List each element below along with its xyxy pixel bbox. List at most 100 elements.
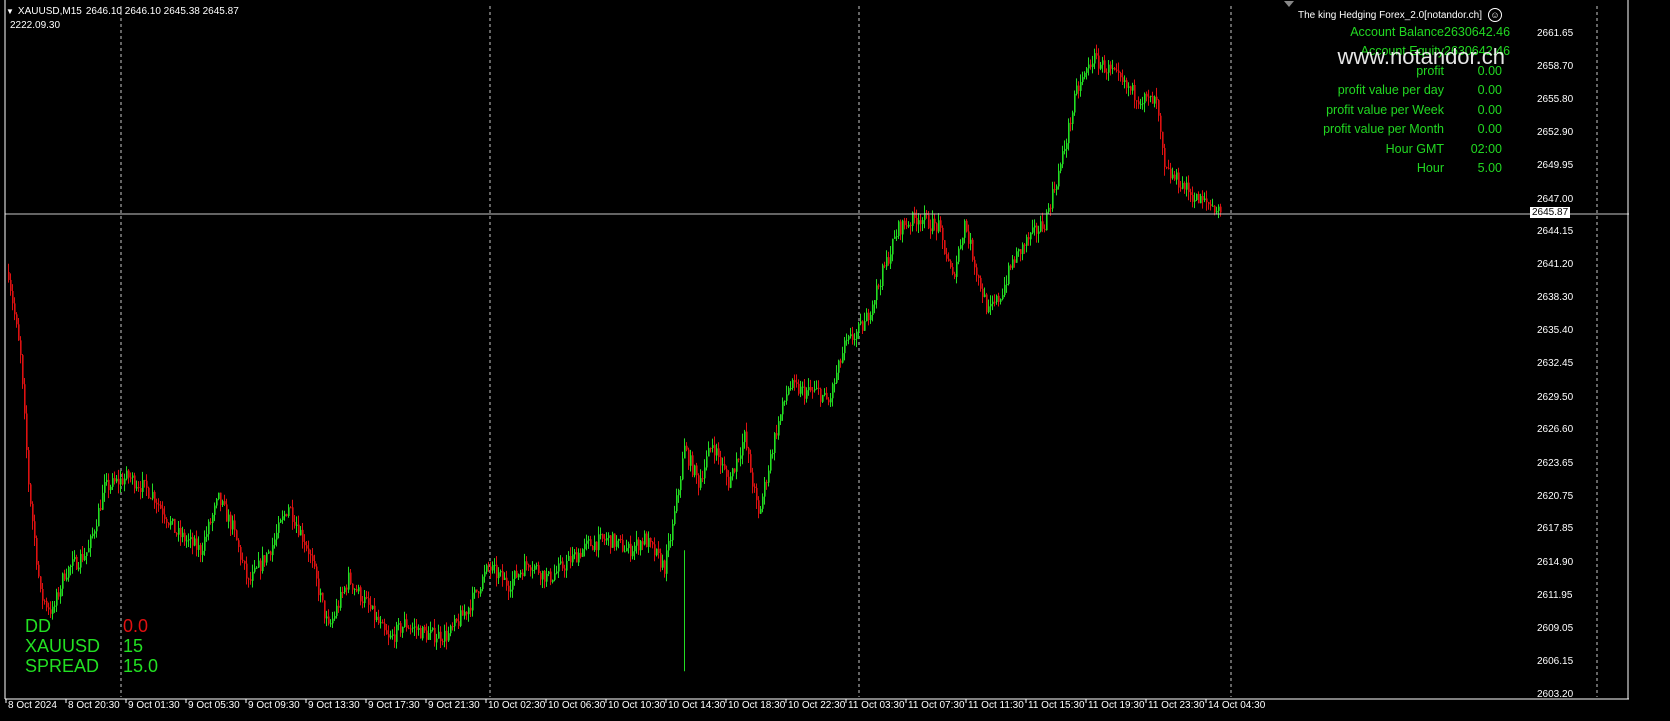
time-tick: 8 Oct 2024 — [8, 700, 57, 711]
candle-body — [188, 539, 190, 541]
candle-body — [898, 221, 900, 237]
candle-body — [1044, 228, 1046, 231]
candle-body — [742, 442, 744, 456]
time-tick: 10 Oct 14:30 — [668, 700, 726, 711]
candle-body — [682, 458, 684, 480]
candle-body — [754, 486, 756, 488]
candle-body — [690, 455, 692, 466]
candle-body — [468, 607, 470, 615]
candle-body — [496, 564, 498, 579]
candle-body — [266, 553, 268, 563]
candle-body — [398, 623, 400, 625]
candle-body — [844, 340, 846, 354]
candle-body — [578, 552, 580, 563]
candle-body — [290, 507, 292, 509]
candle-body — [254, 567, 256, 572]
candle-body — [1128, 86, 1130, 88]
candle-body — [806, 390, 808, 399]
candle-body — [918, 220, 920, 225]
time-tick: 11 Oct 15:30 — [1028, 700, 1085, 711]
candle-body — [320, 592, 322, 596]
time-tick: 10 Oct 18:30 — [728, 700, 786, 711]
candle-body — [732, 468, 734, 477]
chart-shift-marker[interactable] — [1284, 1, 1294, 7]
time-tick: 9 Oct 09:30 — [248, 700, 300, 711]
candle-body — [752, 472, 754, 487]
candle-body — [850, 334, 852, 337]
candle-body — [174, 518, 176, 533]
candle-body — [696, 465, 698, 476]
stats-row: XAUUSD 15 — [25, 636, 158, 656]
candle-body — [1068, 122, 1070, 144]
candle-body — [32, 503, 34, 522]
candle-body — [940, 220, 942, 228]
candle-body — [120, 478, 122, 485]
time-tick: 11 Oct 19:30 — [1088, 700, 1145, 711]
candle-body — [1186, 182, 1188, 190]
ea-smiley-icon[interactable]: ☺ — [1488, 8, 1502, 22]
candle-body — [16, 314, 18, 325]
candle-body — [1184, 182, 1186, 190]
candle-body — [326, 616, 328, 619]
candle-body — [810, 387, 812, 391]
candle-body — [24, 384, 26, 414]
candle-body — [500, 571, 502, 573]
candle-body — [90, 536, 92, 549]
candle-body — [384, 623, 386, 631]
candle-body — [142, 480, 144, 492]
candle-body — [140, 487, 142, 492]
candle-body — [486, 565, 488, 572]
candle-body — [226, 504, 228, 522]
candle-body — [216, 499, 218, 506]
price-tick: 2641.20 — [1537, 259, 1574, 271]
price-axis[interactable]: 2661.65 2658.70 2655.80 2652.90 2649.95 2647.… — [1529, 0, 1670, 721]
candle-body — [838, 360, 840, 373]
candle-body — [652, 542, 654, 545]
candle-body — [1198, 194, 1200, 204]
candle-body — [888, 257, 890, 264]
candle-body — [628, 543, 630, 549]
candle-body — [432, 627, 434, 630]
candle-body — [392, 634, 394, 636]
candle-body — [170, 521, 172, 526]
price-tick: 2661.65 — [1537, 28, 1574, 39]
price-tick: 2652.90 — [1537, 126, 1574, 138]
candle-body — [288, 507, 290, 516]
candle-body — [1008, 265, 1010, 285]
candle-body — [594, 541, 596, 551]
candle-body — [822, 394, 824, 402]
candle-body — [200, 545, 202, 555]
candle-body — [302, 529, 304, 542]
candle-body — [590, 539, 592, 547]
candle-body — [322, 592, 324, 601]
candle-body — [198, 545, 200, 550]
collapse-icon[interactable]: ▼ — [6, 7, 14, 16]
candle-body — [980, 277, 982, 289]
candle-body — [862, 321, 864, 331]
candle-body — [630, 543, 632, 557]
candle-body — [1158, 100, 1160, 116]
candle-body — [1136, 100, 1138, 102]
candle-body — [846, 339, 848, 341]
time-tick: 9 Oct 01:30 — [128, 700, 180, 711]
candle-body — [1060, 164, 1062, 171]
candle-body — [518, 574, 520, 578]
candle-body — [1194, 200, 1196, 202]
candle-body — [1098, 55, 1100, 69]
stats-value: 15 — [123, 636, 144, 656]
candle-body — [750, 454, 752, 473]
candle-body — [316, 566, 318, 579]
candle-body — [704, 467, 706, 479]
candle-body — [60, 588, 62, 597]
ea-row: Account Balance 2630642.46 — [1323, 22, 1510, 42]
candle-body — [300, 529, 302, 536]
time-tick: 10 Oct 10:30 — [608, 700, 666, 711]
candle-body — [358, 587, 360, 592]
candle-body — [1146, 93, 1148, 97]
ea-row-value: 02:00 — [1470, 141, 1502, 156]
price-tick: 2644.15 — [1537, 225, 1574, 237]
time-tick: 9 Oct 13:30 — [308, 700, 360, 711]
candle-body — [108, 479, 110, 491]
header-time: 2222.09.30 — [10, 20, 61, 31]
price-tick: 2629.50 — [1537, 391, 1574, 403]
